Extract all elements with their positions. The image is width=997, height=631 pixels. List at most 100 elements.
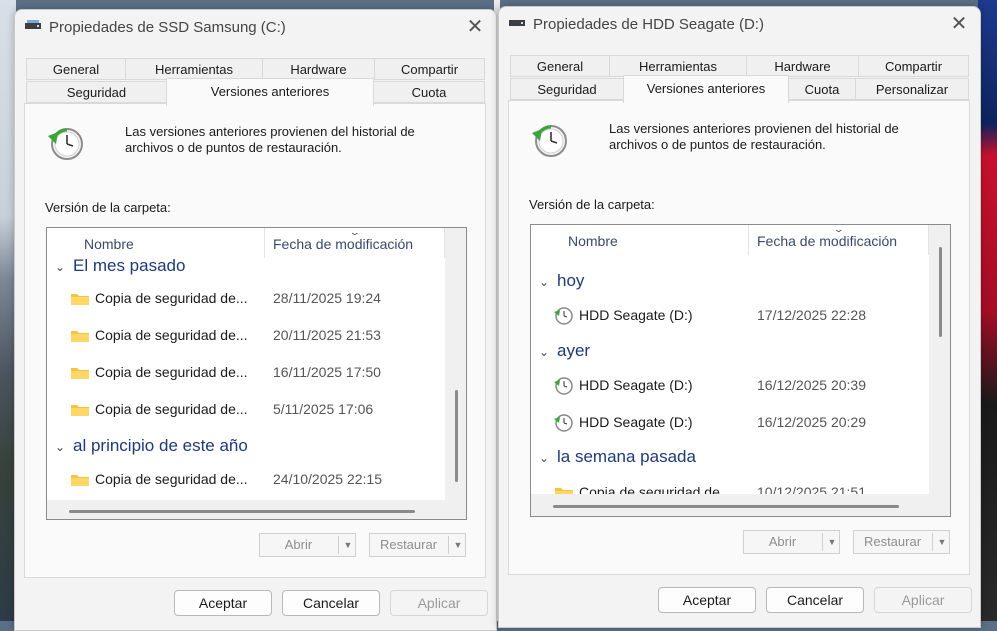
scrollbar-thumb[interactable] — [455, 390, 458, 482]
chevron-down-icon[interactable]: ▼ — [823, 531, 841, 553]
chevron-down-icon: ⌄ — [55, 260, 66, 274]
tab-label: Hardware — [774, 59, 831, 74]
column-header-name[interactable]: Nombre — [568, 233, 618, 249]
tab-hardware[interactable]: Hardware — [262, 58, 375, 80]
list-item[interactable]: Copia de seguridad de... 28/11/2025 19:2… — [47, 284, 466, 314]
title-bar[interactable]: Propiedades de SSD Samsung (C:) ✕ — [15, 10, 496, 44]
chevron-down-icon: ⌄ — [539, 275, 550, 289]
ok-button[interactable]: Aceptar — [174, 590, 272, 616]
tab-label: Compartir — [884, 59, 943, 74]
list-item[interactable]: Copia de seguridad de... 16/11/2025 17:5… — [47, 358, 466, 388]
tab-seguridad[interactable]: Seguridad — [510, 78, 624, 100]
open-button-label: Abrir — [768, 534, 797, 549]
item-name: Copia de seguridad de... — [95, 401, 248, 417]
versions-list[interactable]: Nombre ⌄ Fecha de modificación ⌄ El mes p… — [46, 227, 467, 520]
tab-label: Personalizar — [875, 82, 949, 97]
list-item[interactable]: HDD Seagate (D:) 17/12/2025 22:28 — [531, 301, 950, 331]
tab-general[interactable]: General — [510, 55, 610, 77]
tab-label: Seguridad — [537, 82, 597, 97]
column-separator[interactable] — [264, 228, 265, 258]
info-line: Las versiones anteriores provienen del h… — [609, 121, 899, 136]
item-date: 16/12/2025 20:39 — [757, 377, 866, 393]
group-header[interactable]: ⌄ El mes pasado — [55, 256, 185, 276]
item-date: 20/11/2025 21:53 — [273, 327, 381, 343]
open-button-label: Abrir — [284, 537, 313, 552]
folder-version-label: Versión de la carpeta: — [529, 197, 655, 212]
close-icon[interactable]: ✕ — [464, 16, 486, 38]
group-label: al principio de este año — [73, 436, 248, 455]
scrollbar-thumb[interactable] — [69, 510, 415, 513]
chevron-down-icon[interactable]: ▼ — [449, 534, 467, 556]
tab-label: Compartir — [400, 62, 459, 77]
column-header-name[interactable]: Nombre — [84, 236, 134, 252]
scrollbar-thumb[interactable] — [939, 247, 942, 337]
group-header[interactable]: ⌄ hoy — [539, 271, 584, 291]
tab-versiones-anteriores[interactable]: Versiones anteriores — [166, 78, 374, 106]
list-item[interactable]: Copia de seguridad de... 5/11/2025 17:06 — [47, 395, 466, 425]
item-date: 5/11/2025 17:06 — [273, 401, 374, 417]
tab-label: Cuota — [804, 82, 840, 97]
open-button[interactable]: Abrir ▼ — [743, 530, 840, 554]
list-item[interactable]: HDD Seagate (D:) 16/12/2025 20:39 — [531, 371, 950, 401]
tab-herramientas[interactable]: Herramientas — [125, 58, 263, 80]
tab-hardware[interactable]: Hardware — [746, 55, 859, 77]
apply-button[interactable]: Aplicar — [874, 587, 972, 613]
tab-label: Versiones anteriores — [210, 84, 330, 99]
item-name: Copia de seguridad de... — [95, 364, 248, 380]
tab-compartir[interactable]: Compartir — [858, 55, 969, 77]
apply-button[interactable]: Aplicar — [390, 590, 488, 616]
drive-icon — [509, 20, 525, 26]
group-label: hoy — [557, 271, 585, 290]
group-header[interactable]: ⌄ la semana pasada — [539, 447, 696, 467]
tab-general[interactable]: General — [26, 58, 126, 80]
ok-button[interactable]: Aceptar — [658, 587, 756, 613]
cancel-button[interactable]: Cancelar — [282, 590, 380, 616]
list-item[interactable]: HDD Seagate (D:) 16/12/2025 20:29 — [531, 408, 950, 438]
tab-seguridad[interactable]: Seguridad — [26, 81, 167, 103]
tab-cuota[interactable]: Cuota — [788, 78, 856, 100]
tab-compartir[interactable]: Compartir — [374, 58, 485, 80]
title-bar[interactable]: Propiedades de HDD Seagate (D:) ✕ — [499, 7, 980, 41]
chevron-down-icon: ⌄ — [539, 345, 550, 359]
cancel-button[interactable]: Cancelar — [766, 587, 864, 613]
item-name: HDD Seagate (D:) — [579, 307, 693, 323]
item-name: Copia de seguridad de... — [95, 290, 248, 306]
item-date: 17/12/2025 22:28 — [757, 307, 866, 323]
restore-button[interactable]: Restaurar ▼ — [853, 530, 950, 554]
history-clock-icon — [554, 414, 573, 432]
list-item[interactable]: Copia de seguridad de... 20/11/2025 21:5… — [47, 321, 466, 351]
group-header[interactable]: ⌄ ayer — [539, 341, 590, 361]
item-date: 16/12/2025 20:29 — [757, 414, 866, 430]
item-date: 24/10/2025 22:15 — [273, 471, 382, 487]
group-header[interactable]: ⌄ al principio de este año — [55, 436, 248, 456]
restore-button-label: Restaurar — [379, 537, 438, 552]
versions-list[interactable]: Nombre ⌄ Fecha de modificación ⌄ hoy HDD … — [530, 224, 951, 517]
tab-label: General — [52, 62, 100, 77]
tab-cuota[interactable]: Cuota — [373, 81, 485, 103]
info-text: Las versiones anteriores provienen del h… — [609, 121, 899, 153]
close-icon[interactable]: ✕ — [948, 13, 970, 35]
item-name: Copia de seguridad de... — [95, 327, 248, 343]
chevron-down-icon[interactable]: ▼ — [339, 534, 357, 556]
tab-label: Seguridad — [66, 85, 127, 100]
column-header-date[interactable]: Fecha de modificación — [757, 233, 897, 249]
item-name: Copia de seguridad de... — [95, 471, 248, 487]
scrollbar-thumb[interactable] — [553, 505, 899, 508]
tab-versiones-anteriores[interactable]: Versiones anteriores — [623, 75, 789, 103]
group-label: ayer — [557, 341, 591, 360]
tab-label: Herramientas — [638, 59, 718, 74]
tab-label: Versiones anteriores — [646, 81, 766, 96]
list-item[interactable]: Copia de seguridad de... 24/10/2025 22:1… — [47, 465, 466, 495]
open-button[interactable]: Abrir ▼ — [259, 533, 356, 557]
tab-herramientas[interactable]: Herramientas — [609, 55, 747, 77]
properties-window-c: Propiedades de SSD Samsung (C:) ✕ Genera… — [14, 9, 497, 631]
column-separator[interactable] — [748, 225, 749, 255]
restore-button[interactable]: Restaurar ▼ — [369, 533, 466, 557]
drive-icon — [25, 20, 41, 29]
group-label: El mes pasado — [73, 256, 186, 275]
tab-personalizar[interactable]: Personalizar — [855, 78, 969, 100]
chevron-down-icon[interactable]: ▼ — [933, 531, 951, 553]
column-header-date[interactable]: Fecha de modificación — [273, 236, 413, 252]
window-title: Propiedades de SSD Samsung (C:) — [49, 19, 286, 36]
history-clock-icon — [532, 125, 567, 157]
